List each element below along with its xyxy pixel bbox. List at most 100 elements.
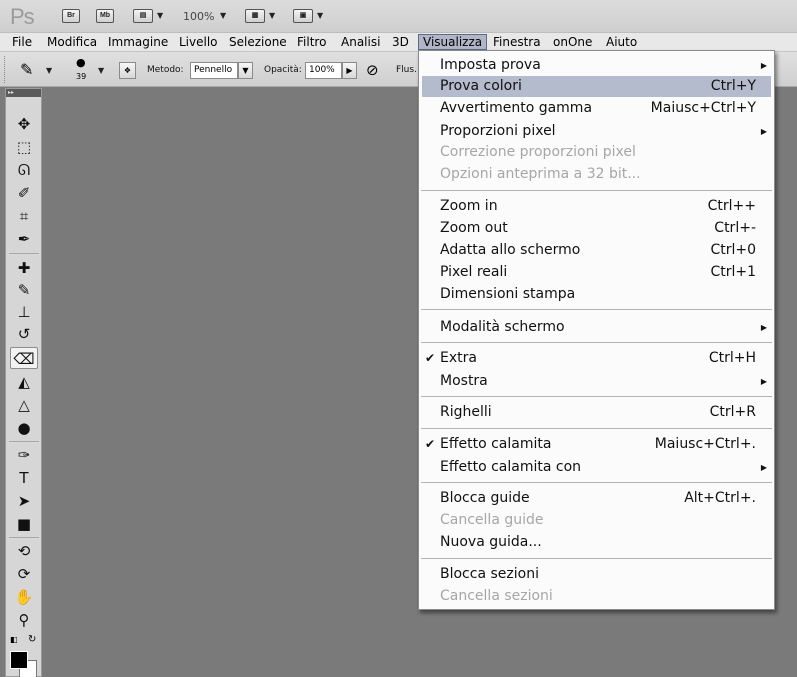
menu-separator [421, 482, 772, 483]
menu-item-avvertimento-gamma[interactable]: Avvertimento gamma Maiusc+Ctrl+Y [422, 98, 771, 119]
zoom-tool-icon[interactable]: ⚲ [10, 609, 38, 631]
tools-panel: ▸▸ ✥ ⬚ ᘏ ✐ ⌗ ✒ ✚ ✎ ⊥ ↺ ⌫ ◭ △ ● ✑ T ➤ ■ ⟲… [5, 88, 42, 677]
menu-item-cancella-sezioni: Cancella sezioni [440, 588, 553, 604]
lasso-tool-icon[interactable]: ᘏ [10, 159, 38, 181]
hand-tool-icon[interactable]: ✋ [10, 586, 38, 608]
menu-3d[interactable]: 3D [392, 35, 409, 51]
menu-item-blocca-guide[interactable]: Blocca guide Alt+Ctrl+. [422, 488, 771, 509]
menu-item-effetto-calamita[interactable]: ✔ Effetto calamita Maiusc+Ctrl+. [422, 434, 771, 455]
checkmark-icon: ✔ [425, 351, 436, 365]
menu-item-proporzioni-pixel[interactable]: Proporzioni pixel ▶ [422, 121, 771, 142]
eyedropper-tool-icon[interactable]: ✒ [10, 228, 38, 250]
menu-livello[interactable]: Livello [179, 35, 218, 51]
default-colors-icon[interactable]: ◧ [10, 635, 18, 644]
blur-tool-icon[interactable]: △ [10, 394, 38, 416]
rectangle-tool-icon[interactable]: ■ [10, 513, 38, 535]
marquee-tool-icon[interactable]: ⬚ [10, 136, 38, 158]
menu-finestra[interactable]: Finestra [493, 35, 541, 51]
3d-rotate-tool-icon[interactable]: ⟲ [10, 540, 38, 562]
chevron-down-icon[interactable]: ▼ [238, 62, 253, 79]
photoshop-logo: Ps [10, 4, 35, 29]
move-tool-icon[interactable]: ✥ [10, 113, 38, 135]
arrange-documents-button[interactable]: ▦ [245, 9, 265, 23]
menu-item-modalita-schermo[interactable]: Modalità schermo ▶ [422, 317, 771, 338]
chevron-down-icon[interactable]: ▼ [46, 66, 52, 75]
menu-item-cancella-guide: Cancella guide [440, 512, 544, 528]
eraser-tool-icon[interactable]: ⌫ [10, 347, 38, 369]
visualizza-menu: Imposta prova ▶ Prova colori Ctrl+Y Avvert… [418, 50, 775, 610]
menu-immagine[interactable]: Immagine [108, 35, 168, 51]
submenu-arrow-icon: ▶ [760, 127, 767, 136]
chevron-down-icon[interactable]: ▼ [220, 11, 226, 20]
menu-item-mostra[interactable]: Mostra ▶ [422, 371, 771, 392]
path-selection-tool-icon[interactable]: ➤ [10, 490, 38, 512]
menu-item-extra[interactable]: ✔ Extra Ctrl+H [422, 348, 771, 369]
menu-filtro[interactable]: Filtro [297, 35, 326, 51]
tool-divider [9, 537, 39, 538]
type-tool-icon[interactable]: T [10, 467, 38, 489]
chevron-down-icon[interactable]: ▼ [317, 11, 323, 20]
menu-item-pixel-reali[interactable]: Pixel reali Ctrl+1 [422, 262, 771, 283]
paint-bucket-tool-icon[interactable]: ◭ [10, 371, 38, 393]
checkmark-icon: ✔ [425, 437, 436, 451]
menu-visualizza[interactable]: Visualizza [418, 34, 488, 50]
menu-item-prova-colori[interactable]: Prova colori Ctrl+Y [422, 76, 771, 97]
opacity-input[interactable]: 100% [305, 62, 342, 79]
eraser-icon[interactable]: ✎ [20, 60, 33, 79]
menu-item-nuova-guida[interactable]: Nuova guida... [422, 532, 771, 553]
opacity-label: Opacità: [264, 65, 302, 75]
brush-size-label: 39 [76, 72, 87, 81]
menu-item-zoom-out[interactable]: Zoom out Ctrl+- [422, 218, 771, 239]
method-select[interactable]: Pennello [190, 62, 238, 79]
brush-panel-icon[interactable]: ❖ [119, 62, 136, 79]
menu-separator [421, 342, 772, 343]
menu-item-zoom-in[interactable]: Zoom in Ctrl++ [422, 196, 771, 217]
menu-separator [421, 428, 772, 429]
chevron-right-icon[interactable]: ▶ [342, 62, 357, 79]
application-bar: Ps Br Mb ▤ ▼ 100% ▼ ▦ ▼ ▣ ▼ [0, 0, 797, 33]
clone-stamp-tool-icon[interactable]: ⊥ [10, 301, 38, 323]
pen-tool-icon[interactable]: ✑ [10, 444, 38, 466]
tool-divider [9, 253, 39, 254]
menu-file[interactable]: File [12, 35, 32, 51]
zoom-level[interactable]: 100% [183, 10, 214, 23]
airbrush-pressure-icon[interactable]: ⊘ [366, 61, 379, 79]
brush-tool-icon[interactable]: ✎ [10, 279, 38, 301]
chevron-down-icon[interactable]: ▼ [157, 11, 163, 20]
menu-separator [421, 558, 772, 559]
crop-tool-icon[interactable]: ⌗ [10, 205, 38, 227]
menu-item-effetto-calamita-con[interactable]: Effetto calamita con ▶ [422, 457, 771, 478]
brush-preset-icon[interactable]: ● [76, 56, 86, 69]
chevron-down-icon[interactable]: ▼ [269, 11, 275, 20]
tools-panel-header[interactable]: ▸▸ [6, 89, 41, 97]
menu-item-blocca-sezioni[interactable]: Blocca sezioni [422, 564, 771, 585]
menu-item-opzioni-anteprima: Opzioni anteprima a 32 bit... [440, 166, 641, 182]
history-brush-tool-icon[interactable]: ↺ [10, 323, 38, 345]
mini-bridge-button[interactable]: Mb [96, 9, 114, 23]
submenu-arrow-icon: ▶ [760, 463, 767, 472]
healing-brush-tool-icon[interactable]: ✚ [10, 257, 38, 279]
chevron-down-icon[interactable]: ▼ [98, 66, 104, 75]
menu-modifica[interactable]: Modifica [47, 35, 97, 51]
menu-aiuto[interactable]: Aiuto [606, 35, 637, 51]
swap-colors-icon[interactable]: ↻ [28, 634, 36, 645]
menu-separator [421, 309, 772, 310]
options-grip[interactable] [4, 56, 8, 83]
menu-onone[interactable]: onOne [553, 35, 592, 51]
menu-item-adatta-allo-schermo[interactable]: Adatta allo schermo Ctrl+0 [422, 240, 771, 261]
view-extras-button[interactable]: ▤ [133, 9, 153, 23]
menu-analisi[interactable]: Analisi [341, 35, 380, 51]
method-label: Metodo: [147, 65, 184, 75]
quick-selection-tool-icon[interactable]: ✐ [10, 182, 38, 204]
dodge-tool-icon[interactable]: ● [10, 417, 38, 439]
menu-item-righelli[interactable]: Righelli Ctrl+R [422, 402, 771, 423]
foreground-color-swatch[interactable] [10, 651, 28, 669]
3d-orbit-tool-icon[interactable]: ⟳ [10, 563, 38, 585]
menu-selezione[interactable]: Selezione [229, 35, 287, 51]
bridge-button[interactable]: Br [62, 9, 80, 23]
screen-mode-button[interactable]: ▣ [293, 9, 313, 23]
menu-item-dimensioni-stampa[interactable]: Dimensioni stampa [422, 284, 771, 305]
submenu-arrow-icon: ▶ [760, 377, 767, 386]
menu-separator [421, 190, 772, 191]
menu-item-imposta-prova[interactable]: Imposta prova ▶ [422, 55, 771, 76]
